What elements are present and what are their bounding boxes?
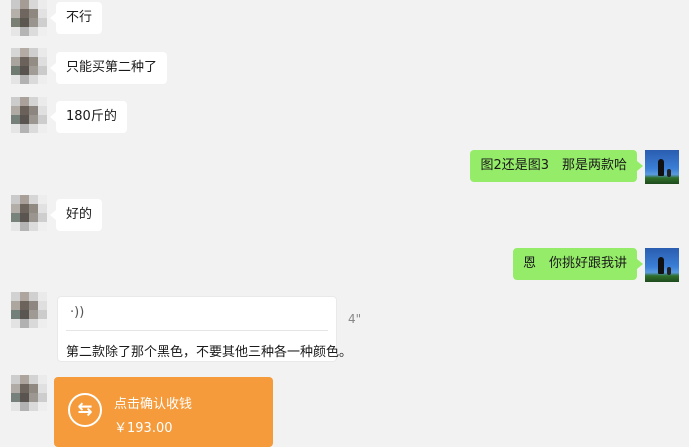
avatar-mosaic: [11, 292, 47, 328]
message-bubble-self[interactable]: 恩 你挑好跟我讲: [512, 248, 644, 280]
contact-avatar[interactable]: [11, 195, 47, 231]
contact-avatar[interactable]: [11, 48, 47, 84]
avatar-mosaic: [11, 0, 47, 36]
voice-message[interactable]: ·)) 第二款除了那个黑色，不要其他三种各一种颜色。: [57, 296, 352, 362]
figure-silhouette: [667, 169, 671, 177]
avatar-mosaic: [11, 375, 47, 411]
transfer-amount: ￥193.00: [114, 421, 173, 436]
voice-transcript: 第二款除了那个黑色，不要其他三种各一种颜色。: [66, 345, 353, 360]
message-bubble[interactable]: 只能买第二种了: [49, 52, 168, 84]
voice-duration: 4": [348, 312, 362, 326]
transfer-arrows-icon: ⇆: [68, 393, 102, 427]
transfer-title: 点击确认收钱: [114, 397, 193, 412]
message-text: 图2还是图3 那是两款哈: [480, 158, 627, 173]
message-text: 180斤的: [66, 109, 117, 124]
message-text: 只能买第二种了: [66, 60, 158, 75]
avatar-mosaic: [11, 97, 47, 133]
message-bubble-self[interactable]: 图2还是图3 那是两款哈: [470, 150, 643, 182]
message-bubble[interactable]: 180斤的: [50, 101, 127, 133]
figure-silhouette: [658, 257, 664, 274]
message-bubble[interactable]: 好的: [49, 199, 103, 231]
message-text: 不行: [66, 10, 93, 25]
avatar-mosaic: [11, 48, 47, 84]
message-text: 好的: [66, 207, 93, 222]
figure-silhouette: [658, 159, 664, 176]
self-avatar[interactable]: [645, 248, 679, 282]
transfer-card[interactable]: ⇆ 点击确认收钱 ￥193.00: [54, 377, 273, 447]
self-avatar[interactable]: [645, 150, 679, 184]
message-text: 恩 你挑好跟我讲: [522, 256, 627, 271]
avatar-mosaic: [11, 195, 47, 231]
contact-avatar[interactable]: [11, 292, 47, 328]
contact-avatar[interactable]: [11, 0, 47, 36]
message-bubble[interactable]: 不行: [49, 2, 103, 34]
contact-avatar[interactable]: [11, 97, 47, 133]
contact-avatar[interactable]: [11, 375, 47, 411]
figure-silhouette: [667, 267, 671, 275]
divider: [66, 330, 328, 331]
voice-wave-icon[interactable]: ·)): [70, 305, 84, 320]
